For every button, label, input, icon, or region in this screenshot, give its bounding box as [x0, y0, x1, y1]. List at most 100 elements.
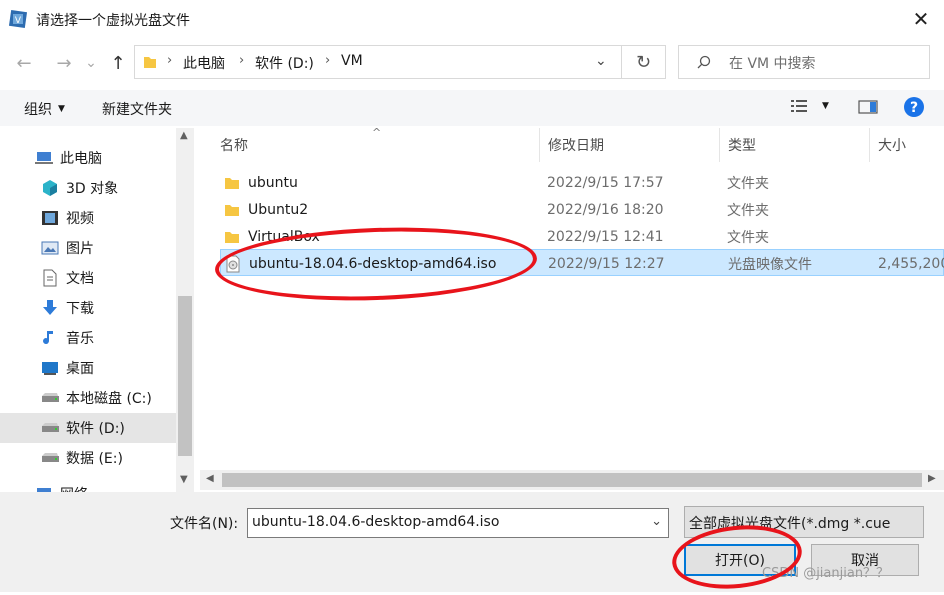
column-header-type[interactable]: 类型 [720, 128, 870, 162]
file-size: 2,455,200 [878, 255, 944, 272]
column-type-label: 类型 [728, 138, 756, 154]
scroll-down-icon[interactable]: ▼ [180, 474, 188, 485]
filename-input[interactable]: ubuntu-18.04.6-desktop-amd64.iso ⌄ [247, 508, 669, 538]
sort-ascending-icon: ^ [372, 128, 382, 139]
folder-icon [144, 57, 156, 68]
table-row[interactable]: VirtualBox 2022/9/15 12:41 文件夹 [220, 223, 944, 250]
horizontal-scrollbar[interactable]: ◀ ▶ [200, 470, 944, 490]
svg-text:V: V [15, 16, 22, 26]
sidebar-item-label: 此电脑 [60, 151, 102, 167]
help-button[interactable]: ? [903, 96, 925, 122]
scroll-right-icon[interactable]: ▶ [928, 473, 936, 484]
folder-icon [224, 169, 240, 196]
organize-button[interactable]: 组织 ▼ [24, 99, 65, 119]
breadcrumb-vm[interactable]: VM [341, 53, 363, 69]
back-arrow-icon: ← [16, 52, 32, 74]
disc-image-icon [225, 250, 241, 277]
breadcrumb-this-pc[interactable]: 此电脑 [183, 53, 225, 73]
sidebar-item-label: 桌面 [66, 361, 94, 377]
sidebar-item-label: 文档 [66, 271, 94, 287]
window-title: 请选择一个虚拟光盘文件 [36, 13, 190, 29]
sidebar-item-4[interactable]: 文档 [0, 263, 176, 293]
sidebar-item-8[interactable]: 本地磁盘 (C:) [0, 383, 176, 413]
search-icon [697, 55, 711, 69]
cube-icon [40, 179, 60, 197]
filetype-value: 全部虚拟光盘文件(*.dmg *.cue [689, 516, 891, 532]
breadcrumb-drive-d[interactable]: 软件 (D:) [255, 53, 314, 73]
close-button[interactable]: ✕ [898, 0, 944, 38]
chevron-down-icon: ⌄ [85, 55, 97, 71]
address-dropdown-icon[interactable]: ⌄ [595, 53, 607, 69]
file-name: VirtualBox [248, 228, 320, 245]
preview-pane-icon [858, 100, 878, 114]
filetype-select[interactable]: 全部虚拟光盘文件(*.dmg *.cue [684, 506, 924, 538]
preview-pane-button[interactable] [858, 99, 878, 119]
file-name: ubuntu-18.04.6-desktop-amd64.iso [249, 255, 497, 272]
breadcrumb-separator-icon: › [325, 53, 331, 68]
search-placeholder: 在 VM 中搜索 [729, 56, 816, 72]
dropdown-arrow-icon: ▼ [822, 101, 829, 111]
sidebar-item-6[interactable]: 音乐 [0, 323, 176, 353]
scroll-up-icon[interactable]: ▲ [180, 130, 188, 141]
table-row[interactable]: ubuntu-18.04.6-desktop-amd64.iso 2022/9/1… [220, 249, 944, 276]
address-bar[interactable]: › 此电脑 › 软件 (D:) › VM ⌄ [134, 45, 622, 79]
document-icon [40, 269, 60, 287]
folder-icon [224, 223, 240, 250]
sidebar-item-7[interactable]: 桌面 [0, 353, 176, 383]
sidebar-item-10[interactable]: 数据 (E:) [0, 443, 176, 473]
sidebar-item-2[interactable]: 视频 [0, 203, 176, 233]
video-icon [40, 209, 60, 227]
column-header-modified[interactable]: 修改日期 [540, 128, 720, 162]
sidebar-item-1[interactable]: 3D 对象 [0, 173, 176, 203]
sidebar-item-label: 音乐 [66, 331, 94, 347]
column-header-size[interactable]: 大小 [870, 128, 944, 162]
forward-button[interactable]: → [50, 50, 78, 76]
refresh-button[interactable]: ↻ [622, 45, 666, 79]
up-button[interactable]: ↑ [104, 50, 132, 76]
sidebar-item-label: 下载 [66, 301, 94, 317]
sidebar-item-5[interactable]: 下载 [0, 293, 176, 323]
drive-icon [40, 449, 60, 467]
bottom-panel: 文件名(N): ubuntu-18.04.6-desktop-amd64.iso… [0, 492, 944, 592]
file-list: 名称 ^ 修改日期 类型 大小 ubuntu 2022/9/15 17:57 文件夹… [200, 128, 944, 468]
command-toolbar: 组织 ▼ 新建文件夹 ▼ ? [0, 90, 944, 126]
file-modified: 2022/9/16 18:20 [547, 201, 664, 218]
virtualbox-icon: V [8, 9, 28, 29]
sidebar-item-label: 本地磁盘 (C:) [66, 391, 152, 407]
filename-value: ubuntu-18.04.6-desktop-amd64.iso [252, 514, 500, 530]
scroll-thumb[interactable] [178, 296, 192, 456]
breadcrumb-separator-icon: › [167, 53, 173, 68]
scroll-thumb[interactable] [222, 473, 922, 487]
file-name: Ubuntu2 [248, 201, 309, 218]
back-button[interactable]: ← [10, 50, 38, 76]
dropdown-arrow-icon: ▼ [58, 104, 65, 114]
recent-locations-button[interactable]: ⌄ [80, 50, 102, 76]
sidebar-item-3[interactable]: 图片 [0, 233, 176, 263]
help-icon: ? [904, 97, 924, 117]
watermark: CSDN @jianjian？？ [762, 566, 890, 581]
scroll-left-icon[interactable]: ◀ [206, 473, 214, 484]
view-options-button[interactable]: ▼ [790, 98, 829, 114]
picture-icon [40, 239, 60, 257]
search-box[interactable]: 在 VM 中搜索 [678, 45, 930, 79]
forward-arrow-icon: → [56, 52, 72, 74]
new-folder-button[interactable]: 新建文件夹 [102, 99, 172, 119]
chevron-down-icon[interactable]: ⌄ [651, 514, 662, 529]
file-type: 文件夹 [727, 175, 769, 192]
file-modified: 2022/9/15 12:27 [548, 255, 665, 272]
navigation-scrollbar[interactable]: ▲ ▼ [176, 128, 194, 492]
drive-icon [40, 419, 60, 437]
sidebar-item-9[interactable]: 软件 (D:) [0, 413, 176, 443]
table-row[interactable]: ubuntu 2022/9/15 17:57 文件夹 [220, 169, 944, 196]
file-name: ubuntu [248, 174, 298, 191]
up-arrow-icon: ↑ [110, 52, 126, 74]
table-row[interactable]: Ubuntu2 2022/9/16 18:20 文件夹 [220, 196, 944, 223]
svg-text:?: ? [910, 100, 918, 116]
file-modified: 2022/9/15 12:41 [547, 228, 664, 245]
sidebar-item-0[interactable]: 此电脑 [0, 143, 176, 173]
column-name-label: 名称 [220, 138, 248, 154]
download-icon [40, 299, 60, 317]
desktop-icon [40, 359, 60, 377]
column-size-label: 大小 [878, 138, 906, 154]
drive-icon [40, 389, 60, 407]
